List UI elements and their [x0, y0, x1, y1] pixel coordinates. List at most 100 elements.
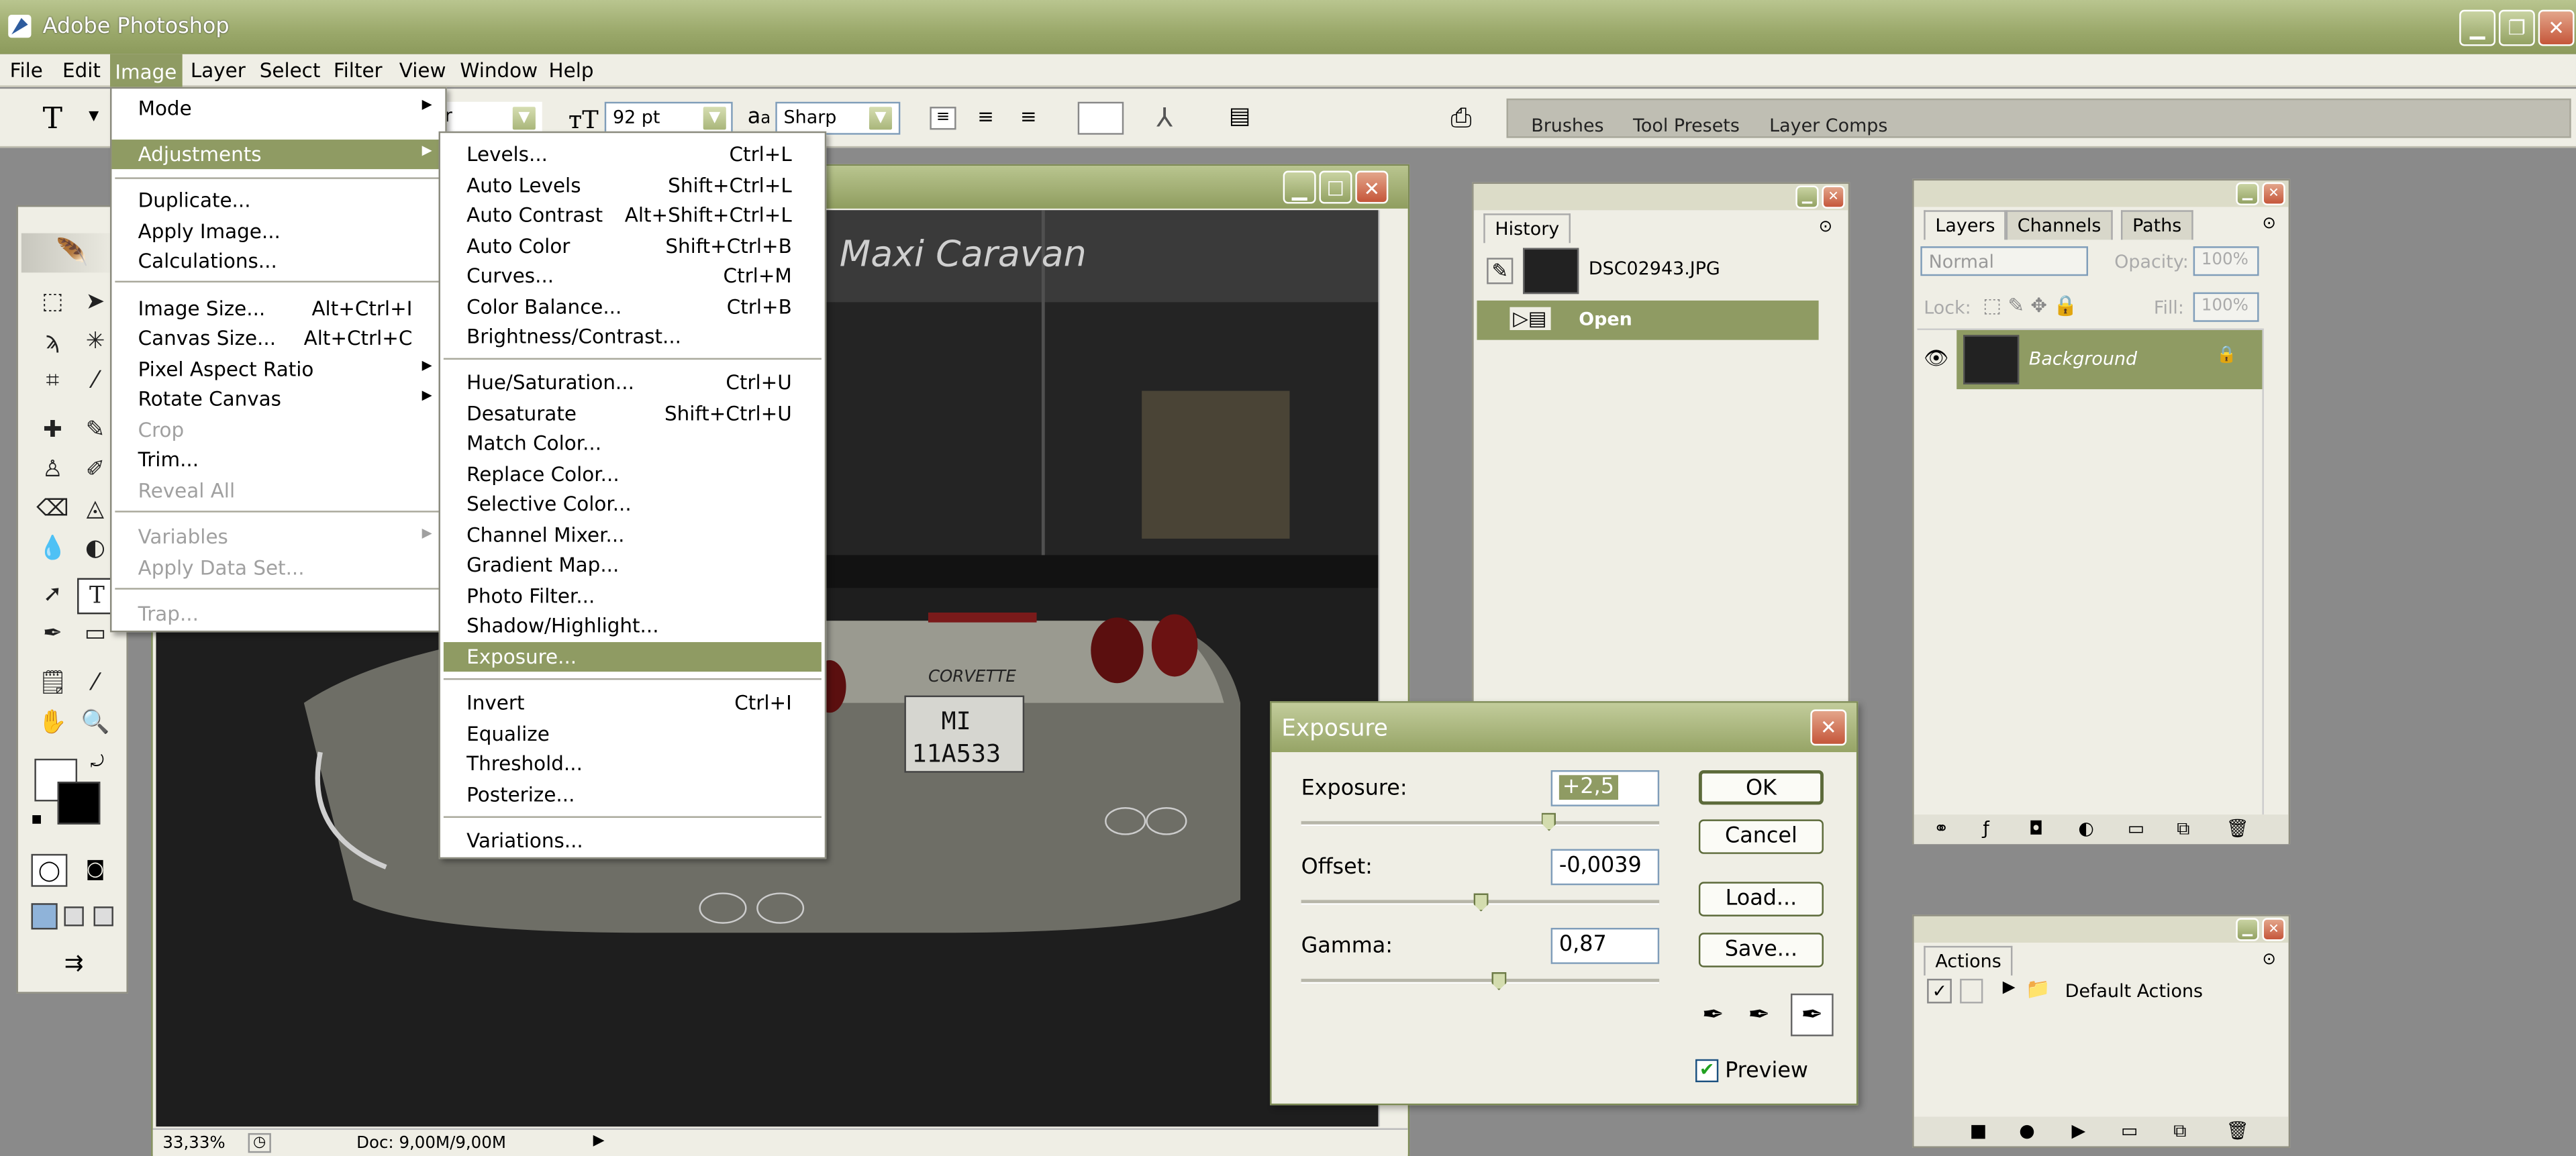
image-menu-item[interactable]: Adjustments ▶	[111, 140, 446, 170]
adjustments-item-exposure[interactable]: Exposure...	[443, 642, 822, 672]
zoom-tool-icon[interactable]: 🔍	[77, 706, 113, 739]
dialog-title-bar[interactable]: Exposure ✕	[1271, 702, 1856, 753]
stop-icon[interactable]: ■	[1970, 1120, 1987, 1141]
adjustments-item[interactable]: Channel Mixer...	[440, 521, 825, 550]
clone-stamp-icon[interactable]: ♙	[34, 454, 70, 486]
notes-tool-icon[interactable]: 🗒	[34, 667, 70, 700]
history-brush-icon[interactable]: ✐	[77, 454, 113, 486]
panel-menu-icon[interactable]: ⊙	[2262, 215, 2276, 233]
hand-tool-icon[interactable]: ✋	[34, 706, 70, 739]
warp-text-icon[interactable]: ⅄	[1156, 102, 1173, 134]
adjustments-item[interactable]: Auto Color Shift+Ctrl+B	[440, 231, 825, 261]
history-minimize-button[interactable]: ▁	[1795, 185, 1819, 209]
preview-label[interactable]: Preview	[1725, 1059, 1808, 1084]
gray-eyedropper-icon[interactable]: ✒	[1748, 998, 1770, 1030]
record-icon[interactable]: ●	[2019, 1120, 2035, 1141]
history-brush-source-icon[interactable]: ✎	[1487, 258, 1514, 284]
link-layers-icon[interactable]: ⚭	[1934, 818, 1949, 839]
dodge-tool-icon[interactable]: ◐	[77, 532, 113, 565]
image-menu-item[interactable]: Pixel Aspect Ratio ▶	[111, 355, 445, 384]
image-menu-item[interactable]: Rotate Canvas ▶	[111, 384, 445, 414]
gamma-slider-thumb[interactable]	[1491, 972, 1507, 990]
status-arrow-icon[interactable]: ▶	[593, 1133, 605, 1149]
dialog-toggle-box[interactable]	[1960, 978, 1983, 1004]
trash-icon[interactable]: 🗑	[2226, 1120, 2249, 1141]
offset-slider-thumb[interactable]	[1473, 893, 1489, 912]
menu-file[interactable]: File	[10, 59, 43, 82]
image-menu-item[interactable]: Duplicate...	[111, 186, 445, 215]
menu-window[interactable]: Window	[460, 59, 538, 82]
image-menu-item[interactable]: Trap...	[111, 599, 445, 629]
adjustments-item[interactable]: Levels... Ctrl+L	[440, 140, 825, 169]
adjustment-layer-icon[interactable]: ◐	[2078, 818, 2094, 839]
blur-tool-icon[interactable]: 💧	[34, 532, 70, 565]
palettes-icon[interactable]: ▤	[1229, 103, 1250, 129]
new-set-icon[interactable]: ▭	[2121, 1120, 2138, 1141]
align-left-icon[interactable]: ≡	[930, 107, 956, 130]
pen-tool-icon[interactable]: ✒	[34, 617, 70, 650]
opacity-field[interactable]: 100%	[2193, 246, 2259, 276]
image-menu-item[interactable]: Image Size... Alt+Ctrl+I	[111, 294, 445, 323]
load-button[interactable]: Load...	[1698, 882, 1824, 916]
action-toggle-checkbox[interactable]: ✓	[1927, 978, 1952, 1004]
type-tool-icon[interactable]: T	[43, 102, 62, 136]
cancel-button[interactable]: Cancel	[1698, 819, 1824, 854]
actions-minimize-button[interactable]: ▁	[2236, 918, 2259, 941]
history-close-button[interactable]: ✕	[1822, 185, 1845, 209]
adjustments-item[interactable]: Match Color...	[440, 429, 825, 458]
menu-edit[interactable]: Edit	[62, 59, 101, 82]
layers-minimize-button[interactable]: ▁	[2236, 182, 2259, 205]
minimize-button[interactable]: ▁	[2459, 9, 2496, 46]
save-button[interactable]: Save...	[1698, 933, 1824, 967]
adjustments-item[interactable]: Gradient Map...	[440, 550, 825, 580]
new-group-icon[interactable]: ▭	[2128, 818, 2144, 839]
white-eyedropper-icon[interactable]: ✒	[1790, 993, 1834, 1037]
background-color-swatch[interactable]	[57, 782, 101, 825]
doc-maximize-button[interactable]: ☐	[1319, 170, 1352, 204]
layers-scrollbar[interactable]	[2262, 328, 2285, 815]
adjustments-item[interactable]: Invert Ctrl+I	[440, 688, 825, 718]
adjustments-item[interactable]: Replace Color...	[440, 460, 825, 489]
layers-close-button[interactable]: ✕	[2262, 182, 2285, 205]
palette-tab-layer-comps[interactable]: Layer Comps	[1769, 115, 1887, 136]
actions-close-button[interactable]: ✕	[2262, 918, 2285, 941]
adjustments-item[interactable]: Brightness/Contrast...	[440, 322, 825, 352]
adjustments-item[interactable]: Auto Levels Shift+Ctrl+L	[440, 171, 825, 201]
palette-tab-tool-presets[interactable]: Tool Presets	[1633, 115, 1740, 136]
play-icon[interactable]: ▶	[2072, 1120, 2086, 1141]
adjustments-item[interactable]: Desaturate Shift+Ctrl+U	[440, 399, 825, 429]
tab-layers[interactable]: Layers	[1924, 210, 2007, 240]
lock-icons[interactable]: ⬚ ✎ ✥ 🔒	[1983, 294, 2078, 317]
restore-button[interactable]: ❐	[2498, 9, 2535, 46]
adjustments-item[interactable]: Shadow/Highlight...	[440, 611, 825, 641]
screen-mode-standard-icon[interactable]	[31, 903, 58, 930]
gamma-slider-track[interactable]	[1301, 978, 1660, 984]
screen-mode-full-menu-icon[interactable]	[64, 906, 84, 927]
new-action-icon[interactable]: ⧉	[2173, 1120, 2186, 1143]
menu-view[interactable]: View	[399, 59, 446, 82]
offset-input[interactable]: -0,0039	[1550, 849, 1660, 886]
image-menu-item[interactable]: Trim...	[111, 445, 445, 474]
marquee-tool-icon[interactable]: ⬚	[34, 286, 70, 319]
menu-layer[interactable]: Layer	[191, 59, 246, 82]
layer-style-icon[interactable]: ƒ	[1983, 818, 1989, 839]
exposure-input[interactable]: +2,5	[1550, 770, 1660, 806]
align-center-icon[interactable]: ≡	[973, 107, 999, 129]
path-select-icon[interactable]: ➚	[34, 578, 70, 611]
eraser-tool-icon[interactable]: ⌫	[34, 492, 70, 525]
tab-paths[interactable]: Paths	[2120, 210, 2193, 240]
slice-tool-icon[interactable]: ⁄	[77, 364, 113, 397]
adjustments-item[interactable]: Variations...	[440, 826, 825, 855]
crop-tool-icon[interactable]: ⌗	[34, 364, 70, 397]
adjustments-item[interactable]: Photo Filter...	[440, 581, 825, 611]
tab-channels[interactable]: Channels	[2005, 210, 2113, 240]
ok-button[interactable]: OK	[1698, 770, 1824, 805]
quick-mask-button[interactable]: ◙	[77, 854, 113, 887]
adjustments-item[interactable]: Selective Color...	[440, 489, 825, 519]
new-layer-icon[interactable]: ⧉	[2177, 818, 2189, 841]
gamma-input[interactable]: 0,87	[1550, 927, 1660, 964]
doc-minimize-button[interactable]: ▁	[1283, 170, 1316, 204]
menu-filter[interactable]: Filter	[334, 59, 383, 82]
layer-mask-icon[interactable]: ◘	[2029, 818, 2043, 839]
text-color-swatch[interactable]	[1077, 101, 1124, 135]
